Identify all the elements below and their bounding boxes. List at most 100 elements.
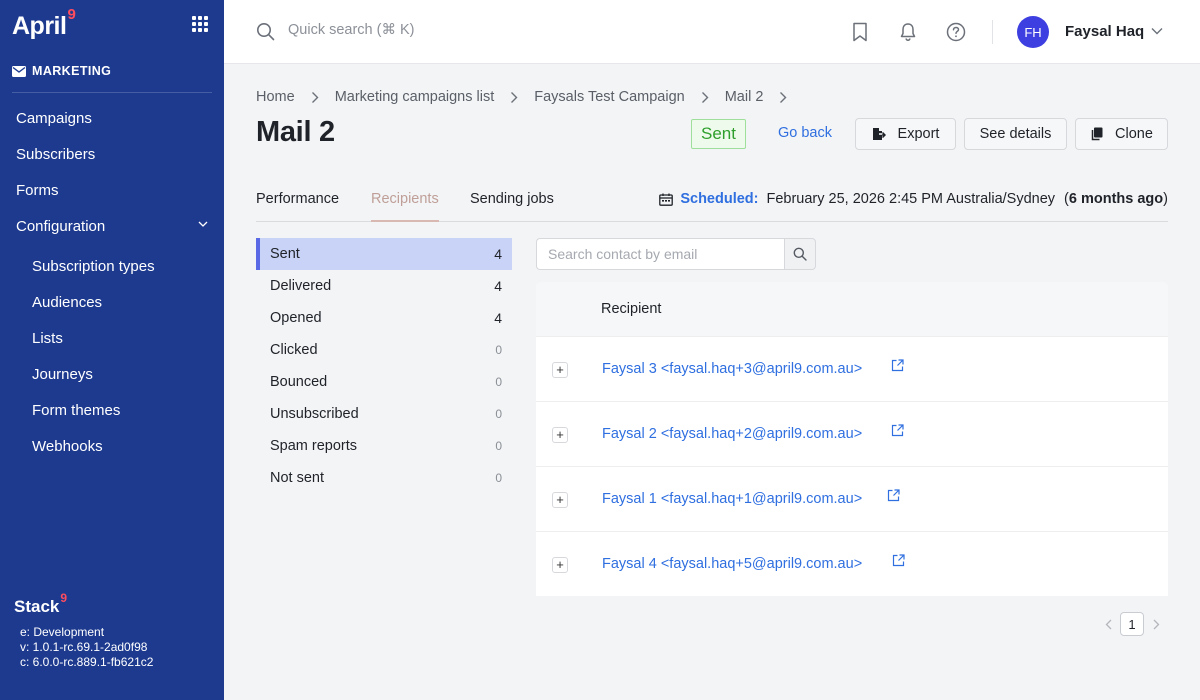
- app-logo[interactable]: April 9: [12, 7, 76, 44]
- sidebar-item-campaigns[interactable]: Campaigns: [0, 100, 224, 136]
- chevron-right-icon: [701, 91, 709, 104]
- status-filter-opened[interactable]: Opened 4: [256, 302, 512, 334]
- expand-row-button[interactable]: +: [552, 427, 568, 443]
- sidebar-item-form-themes[interactable]: Form themes: [0, 392, 224, 428]
- sidebar-item-label: Campaigns: [16, 109, 92, 127]
- status-filter-bounced[interactable]: Bounced 0: [256, 366, 512, 398]
- breadcrumb-item-home[interactable]: Home: [256, 89, 295, 105]
- chevron-down-icon[interactable]: [1151, 27, 1163, 35]
- status-filter-count: 0: [495, 471, 502, 485]
- status-filter-count: 4: [494, 278, 502, 294]
- export-button-label: Export: [897, 126, 940, 142]
- scheduled-label: Scheduled:: [680, 191, 759, 207]
- tab-recipients[interactable]: Recipients: [371, 191, 439, 222]
- sidebar: April 9 MARKETING Campaigns Subscribers …: [0, 0, 224, 700]
- go-back-link[interactable]: Go back: [778, 125, 832, 141]
- contact-search-input[interactable]: [536, 238, 784, 270]
- bell-icon[interactable]: [896, 20, 920, 44]
- sidebar-item-lists[interactable]: Lists: [0, 320, 224, 356]
- sidebar-item-label: Subscribers: [16, 145, 96, 163]
- section-label-text: MARKETING: [32, 64, 112, 78]
- chevron-right-icon: [1153, 619, 1159, 629]
- scheduled-info: Scheduled: February 25, 2026 2:45 PM Aus…: [659, 191, 1168, 207]
- stack-superscript: 9: [60, 591, 68, 605]
- user-name[interactable]: Faysal Haq: [1065, 23, 1144, 40]
- expand-row-button[interactable]: +: [552, 492, 568, 508]
- apps-grid-icon[interactable]: [192, 16, 208, 32]
- next-page-button[interactable]: [1148, 619, 1164, 630]
- prev-page-button[interactable]: [1100, 619, 1116, 630]
- sidebar-item-label: Webhooks: [32, 437, 103, 455]
- external-link-icon[interactable]: [891, 359, 904, 372]
- tab-performance[interactable]: Performance: [256, 191, 339, 222]
- status-filter-sent[interactable]: Sent 4: [256, 238, 512, 270]
- sidebar-item-forms[interactable]: Forms: [0, 172, 224, 208]
- quick-search-input[interactable]: [288, 22, 588, 38]
- external-link-icon[interactable]: [891, 424, 904, 437]
- status-filter-not-sent[interactable]: Not sent 0: [256, 462, 512, 494]
- export-icon: [872, 128, 886, 140]
- recipient-link[interactable]: Faysal 4 <faysal.haq+5@april9.com.au>: [602, 556, 862, 572]
- recipients-table: Recipient + Faysal 3 <faysal.haq+3@april…: [536, 282, 1168, 596]
- external-link-icon[interactable]: [887, 489, 900, 502]
- status-filter-label: Not sent: [270, 470, 324, 486]
- recipient-link[interactable]: Faysal 1 <faysal.haq+1@april9.com.au>: [602, 491, 862, 507]
- recipient-link[interactable]: Faysal 3 <faysal.haq+3@april9.com.au>: [602, 361, 862, 377]
- sidebar-item-audiences[interactable]: Audiences: [0, 284, 224, 320]
- sidebar-item-journeys[interactable]: Journeys: [0, 356, 224, 392]
- breadcrumb-item-current[interactable]: Mail 2: [725, 89, 764, 105]
- scheduled-date: February 25, 2026 2:45 PM Australia/Sydn…: [766, 191, 1056, 207]
- recipient-status-list: Sent 4 Delivered 4 Opened 4 Clicked 0 Bounce…: [256, 238, 512, 494]
- expand-row-button[interactable]: +: [552, 362, 568, 378]
- sidebar-item-subscription-types[interactable]: Subscription types: [0, 248, 224, 284]
- avatar[interactable]: FH: [1017, 16, 1049, 48]
- sidebar-item-webhooks[interactable]: Webhooks: [0, 428, 224, 464]
- status-filter-spam-reports[interactable]: Spam reports 0: [256, 430, 512, 462]
- table-header: Recipient: [536, 282, 1168, 337]
- calendar-icon: [659, 193, 674, 206]
- page-title: Mail 2: [256, 116, 335, 148]
- help-circle-icon[interactable]: [944, 20, 968, 44]
- status-filter-label: Spam reports: [270, 438, 358, 454]
- recipient-link[interactable]: Faysal 2 <faysal.haq+2@april9.com.au>: [602, 426, 862, 442]
- status-filter-unsubscribed[interactable]: Unsubscribed 0: [256, 398, 512, 430]
- external-link-icon[interactable]: [892, 554, 905, 567]
- see-details-button-label: See details: [979, 126, 1052, 142]
- sidebar-item-configuration[interactable]: Configuration: [0, 208, 224, 244]
- brand-name: April: [12, 12, 67, 40]
- status-filter-label: Bounced: [270, 374, 328, 390]
- sidebar-item-label: Lists: [32, 329, 63, 347]
- envelope-icon: [12, 65, 26, 77]
- breadcrumb-item-campaigns-list[interactable]: Marketing campaigns list: [335, 89, 495, 105]
- status-filter-count: 0: [495, 343, 502, 357]
- page-number-current[interactable]: 1: [1120, 612, 1144, 636]
- tab-sending-jobs[interactable]: Sending jobs: [470, 191, 554, 222]
- chevron-down-icon: [198, 221, 208, 227]
- env-info: e: Development v: 1.0.1-rc.69.1-2ad0f98 …: [20, 625, 153, 670]
- contact-search-button[interactable]: [784, 238, 816, 270]
- tab-bar: Performance Recipients Sending jobs Sche…: [256, 180, 1168, 222]
- sidebar-item-label: Audiences: [32, 293, 103, 311]
- sidebar-item-label: Forms: [16, 181, 59, 199]
- clone-icon: [1091, 127, 1103, 141]
- topbar: FH Faysal Haq: [224, 0, 1200, 64]
- table-row: + Faysal 1 <faysal.haq+1@april9.com.au>: [536, 467, 1168, 532]
- sidebar-item-label: Configuration: [16, 217, 106, 235]
- breadcrumb-item-campaign[interactable]: Faysals Test Campaign: [534, 89, 684, 105]
- status-filter-label: Unsubscribed: [270, 406, 359, 422]
- see-details-button[interactable]: See details: [964, 118, 1067, 150]
- expand-row-button[interactable]: +: [552, 557, 568, 573]
- status-filter-label: Sent: [270, 246, 300, 262]
- clone-button-label: Clone: [1115, 126, 1153, 142]
- contact-search: [536, 238, 816, 270]
- status-filter-label: Opened: [270, 310, 322, 326]
- status-filter-count: 4: [494, 246, 502, 262]
- status-filter-clicked[interactable]: Clicked 0: [256, 334, 512, 366]
- bookmark-icon[interactable]: [848, 20, 872, 44]
- clone-button[interactable]: Clone: [1075, 118, 1168, 150]
- export-button[interactable]: Export: [855, 118, 956, 150]
- sidebar-item-subscribers[interactable]: Subscribers: [0, 136, 224, 172]
- status-filter-label: Clicked: [270, 342, 318, 358]
- chevron-right-icon: [779, 91, 787, 104]
- status-filter-delivered[interactable]: Delivered 4: [256, 270, 512, 302]
